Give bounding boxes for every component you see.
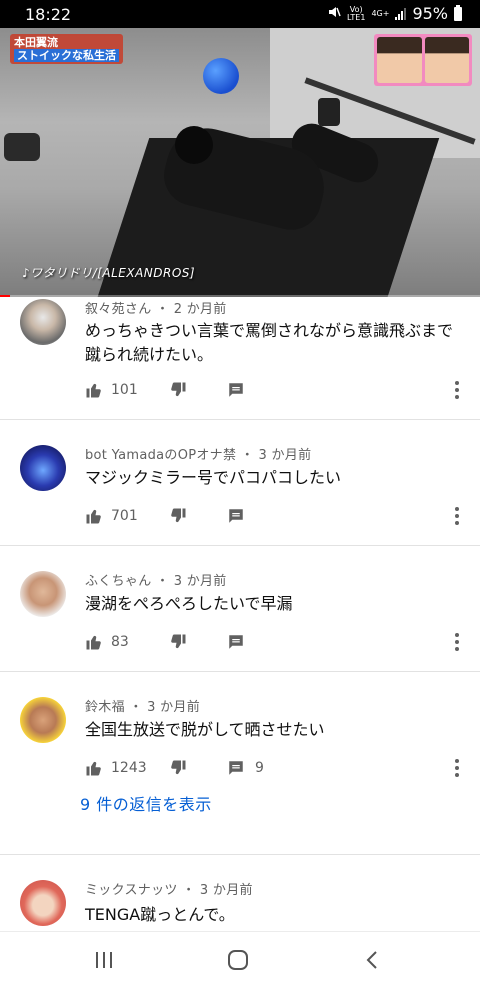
wipe-face-right [424,37,469,83]
comment-time: 3 か月前 [199,883,253,898]
avatar[interactable] [20,299,66,345]
home-icon[interactable] [223,948,253,972]
comment-text: めっちゃきつい言葉で罵倒されながら意識飛ぶまで蹴られ続けたい。 [85,321,454,364]
comment-text: マジックミラー号でパコパコしたい [85,468,342,487]
like-count: 83 [111,634,129,650]
comment-author[interactable]: bot YamadaのOPオナ禁 [85,448,236,463]
comment-actions: 701 [85,504,255,528]
avatar[interactable] [20,571,66,617]
music-caption: ♪ワタリドリ/[ALEXANDROS] [22,266,196,280]
comment-item: 叙々苑さん ・ 2 か月前 めっちゃきつい言葉で罵倒されながら意識飛ぶまで蹴られ… [0,297,480,420]
thumb-up-icon[interactable] [85,381,103,399]
comment-text: 漫湖をぺろぺろしたいで早漏 [85,594,293,613]
thumb-up-icon[interactable] [85,507,103,525]
comment-icon[interactable] [227,759,245,777]
comment-icon[interactable] [227,381,245,399]
video-scene-ball [203,58,239,94]
system-nav-bar [0,931,480,988]
video-caption: 本田翼流 ストイックな私生活 [10,34,123,64]
avatar[interactable] [20,697,66,743]
thumb-up-icon[interactable] [85,633,103,651]
more-vert-icon[interactable] [448,379,466,401]
comment-author[interactable]: ふくちゃん [85,574,152,589]
battery-percent: 95% [412,4,448,23]
video-scene-shoes [4,133,40,161]
comment-author[interactable]: 叙々苑さん [85,302,152,317]
video-scene-weight [318,98,340,126]
thumb-down-icon[interactable] [169,381,187,399]
comment-icon[interactable] [227,507,245,525]
comment-text: TENGA蹴っとんで。 [85,905,235,924]
comment-actions: 1243 9 [85,756,264,780]
comment-time: 3 か月前 [147,700,200,715]
comment-author[interactable]: 鈴木福 [85,700,125,715]
comment-actions: 83 [85,630,255,654]
comment-list: 叙々苑さん ・ 2 か月前 めっちゃきつい言葉で罵倒されながら意識飛ぶまで蹴られ… [0,297,480,935]
avatar[interactable] [20,445,66,491]
comment-item: 鈴木福 ・ 3 か月前 全国生放送で脱がして晒させたい 1243 9 9 件の返… [0,672,480,855]
comment-author[interactable]: ミックスナッツ [85,883,178,898]
recent-apps-icon[interactable] [89,948,119,972]
comment-item: bot YamadaのOPオナ禁 ・ 3 か月前 マジックミラー号でパコパコした… [0,420,480,546]
video-player[interactable]: 本田翼流 ストイックな私生活 ♪ワタリドリ/[ALEXANDROS] [0,28,480,297]
network-type: 4G+ [371,8,390,18]
thumb-down-icon[interactable] [169,507,187,525]
status-bar: 18:22 Vo) LTE1 4G+ 95% [0,0,480,28]
thumb-up-icon[interactable] [85,759,103,777]
back-icon[interactable] [358,948,388,972]
comment-meta: bot YamadaのOPオナ禁 ・ 3 か月前 [85,448,312,463]
like-count: 101 [111,382,138,398]
more-vert-icon[interactable] [448,631,466,653]
thumb-down-icon[interactable] [169,759,187,777]
status-icons: Vo) LTE1 4G+ 95% [327,4,462,23]
comment-meta: ミックスナッツ ・ 3 か月前 [85,883,253,898]
status-time: 18:22 [25,5,72,24]
more-vert-icon[interactable] [448,505,466,527]
signal-icon [395,7,407,20]
comment-text: 全国生放送で脱がして晒させたい [85,720,325,739]
mute-icon [327,4,341,23]
video-scene-head [175,126,213,164]
wipe-face-left [377,37,422,83]
like-count: 1243 [111,760,147,776]
comment-meta: 鈴木福 ・ 3 か月前 [85,700,200,715]
volte-label: Vo) LTE1 [347,4,366,22]
reply-count: 9 [255,760,264,776]
more-vert-icon[interactable] [448,757,466,779]
like-count: 701 [111,508,138,524]
battery-icon [454,4,462,21]
comment-time: 3 か月前 [173,574,227,589]
comment-icon[interactable] [227,633,245,651]
comment-actions: 101 [85,378,255,402]
comment-meta: ふくちゃん ・ 3 か月前 [85,574,227,589]
comment-time: 3 か月前 [258,448,312,463]
comment-item: ふくちゃん ・ 3 か月前 漫湖をぺろぺろしたいで早漏 83 [0,546,480,672]
comment-meta: 叙々苑さん ・ 2 か月前 [85,302,227,317]
video-wipe-inset [374,34,472,86]
comment-item: ミックスナッツ ・ 3 か月前 TENGA蹴っとんで。 [0,855,480,935]
avatar[interactable] [20,880,66,926]
thumb-down-icon[interactable] [169,633,187,651]
comment-time: 2 か月前 [173,302,227,317]
show-replies-button[interactable]: 9 件の返信を表示 [80,791,212,815]
